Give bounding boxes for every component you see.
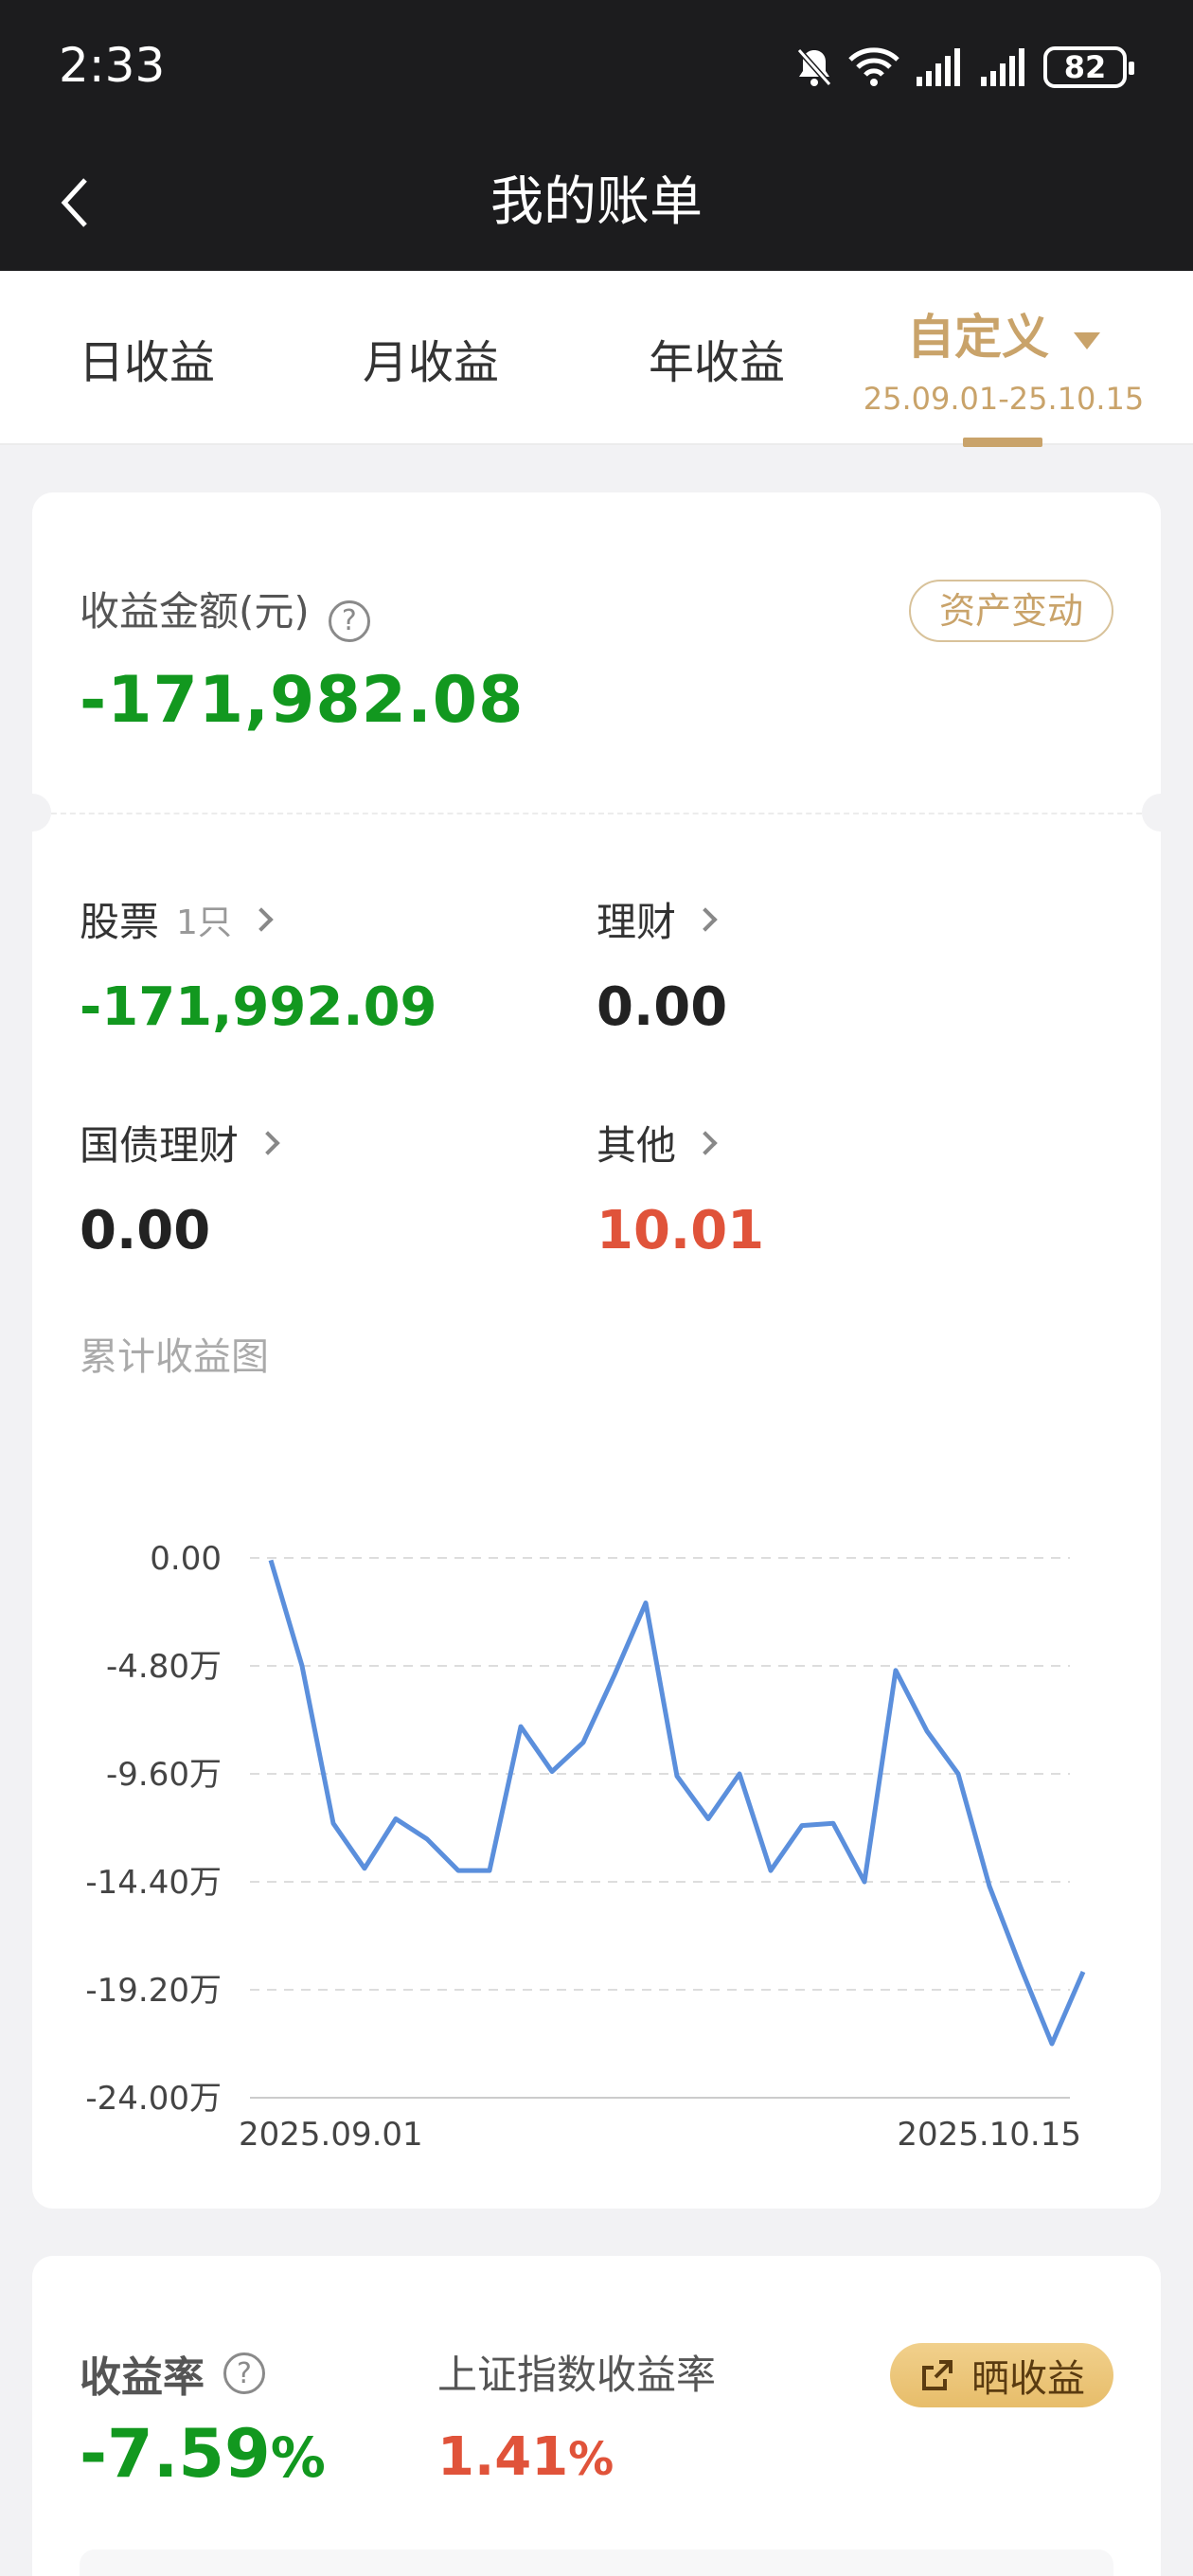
rate-label-row: 收益率? — [80, 2343, 265, 2404]
index-label: 上证指数收益率 — [437, 2352, 717, 2398]
chevron-right-icon — [693, 1130, 718, 1155]
chevron-right-icon — [256, 1130, 280, 1155]
notch-left — [13, 794, 51, 832]
summary-card: 收益金额(元)? 资产变动 -171,982.08 股票 1只 -171,992.… — [13, 492, 1180, 2209]
divider — [32, 813, 1161, 814]
asset-change-button[interactable]: 资产变动 — [908, 580, 1113, 642]
item-sub: 1只 — [176, 903, 232, 942]
cumulative-profit-line — [268, 1559, 1086, 2047]
tab-yearly[interactable]: 年收益 — [617, 271, 816, 445]
caret-down-icon — [1074, 332, 1100, 349]
bottom-panel — [80, 2549, 1113, 2576]
date-range: 25.09.01-25.10.15 — [863, 381, 1145, 417]
chevron-right-icon — [693, 906, 718, 932]
other-item[interactable]: 其他 10.01 — [596, 1114, 764, 1261]
cumulative-chart: 0.00 -4.80万 -9.60万 -14.40万 -19.20万 -24.00万 202… — [85, 1540, 1086, 2154]
y-tick-label: -9.60万 — [106, 1756, 222, 1794]
x-end-label: 2025.10.15 — [897, 2116, 1081, 2154]
page-title: 我的账单 — [490, 171, 703, 233]
item-label: 其他 — [596, 1122, 677, 1169]
status-icons: 82 — [795, 44, 1134, 91]
y-tick-label: -14.40万 — [85, 1864, 222, 1902]
item-label: 国债理财 — [80, 1122, 240, 1169]
returns-card: 收益率? -7.59% 上证指数收益率 1.41% 晒收益 — [32, 2256, 1161, 2576]
battery-icon: 82 — [1043, 46, 1134, 88]
tab-label: 日收益 — [78, 336, 215, 389]
signal-icon — [915, 48, 964, 86]
tab-custom[interactable]: 自定义 25.09.01-25.10.15 — [852, 271, 1155, 445]
y-tick-label: 0.00 — [150, 1540, 222, 1578]
signal-icon-2 — [979, 48, 1028, 86]
tab-label: 年收益 — [648, 336, 785, 389]
bond-item[interactable]: 国债理财 0.00 — [80, 1114, 280, 1261]
index-unit: % — [568, 2433, 614, 2486]
chevron-right-icon — [249, 906, 274, 932]
share-label: 晒收益 — [971, 2357, 1085, 2401]
y-tick-label: -24.00万 — [85, 2080, 222, 2118]
index-value-row: 1.41% — [437, 2426, 614, 2488]
rate-value-row: -7.59% — [80, 2415, 326, 2493]
period-tabs: 日收益 月收益 年收益 自定义 25.09.01-25.10.15 — [0, 271, 1193, 445]
status-time: 2:33 — [59, 38, 166, 93]
item-label: 理财 — [596, 899, 677, 945]
nav-bar: 我的账单 — [0, 136, 1193, 271]
item-value: 0.00 — [80, 1200, 211, 1261]
x-start-label: 2025.09.01 — [239, 2116, 423, 2154]
item-value: 10.01 — [596, 1200, 765, 1261]
stock-item[interactable]: 股票 1只 -171,992.09 — [80, 890, 437, 1038]
notch-right — [1142, 794, 1180, 832]
mute-bell-icon — [795, 46, 833, 88]
chart-title: 累计收益图 — [80, 1335, 269, 1379]
share-profit-button[interactable]: 晒收益 — [890, 2343, 1113, 2407]
tab-indicator — [963, 438, 1042, 447]
tab-monthly[interactable]: 月收益 — [331, 271, 530, 445]
wealth-item[interactable]: 理财 0.00 — [596, 890, 727, 1038]
help-icon[interactable]: ? — [328, 599, 370, 642]
help-icon[interactable]: ? — [223, 2352, 265, 2394]
item-value: -171,992.09 — [80, 976, 437, 1038]
amount-label-row: 收益金额(元)? — [80, 580, 370, 642]
rate-label: 收益率 — [80, 2353, 205, 2402]
status-bar: 2:33 82 — [0, 0, 1193, 136]
index-value: 1.41 — [437, 2426, 569, 2488]
amount-label: 收益金额(元) — [80, 588, 310, 635]
share-icon — [922, 2360, 953, 2390]
y-tick-label: -19.20万 — [85, 1972, 222, 2010]
item-label: 股票 — [80, 899, 160, 945]
wifi-icon — [848, 46, 899, 88]
tab-label: 自定义 — [907, 310, 1049, 365]
rate-value: -7.59 — [80, 2415, 271, 2493]
item-value: 0.00 — [596, 976, 728, 1038]
profit-amount: -171,982.08 — [80, 663, 525, 738]
rate-unit: % — [270, 2425, 326, 2490]
tab-label: 月收益 — [362, 336, 499, 389]
y-tick-label: -4.80万 — [106, 1648, 222, 1686]
tab-daily[interactable]: 日收益 — [47, 271, 246, 445]
